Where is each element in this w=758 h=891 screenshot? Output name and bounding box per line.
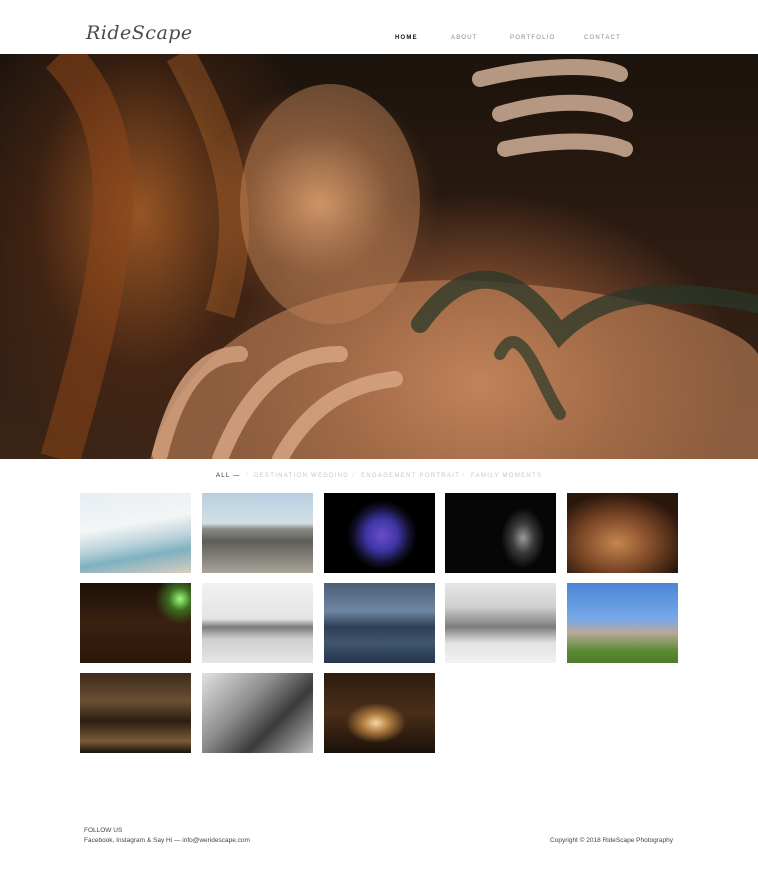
portfolio-filters: ALL — / DESTINATION WEDDING / ENGAGEMENT…	[0, 473, 758, 483]
gallery-item[interactable]	[202, 493, 313, 573]
gallery-item[interactable]	[445, 493, 556, 573]
filter-engagement-portrait[interactable]: ENGAGEMENT PORTRAIT	[361, 473, 460, 479]
nav-portfolio[interactable]: PORTFOLIO	[510, 35, 555, 41]
hero-image	[40, 54, 758, 459]
gallery-item[interactable]	[80, 583, 191, 663]
filter-separator: /	[352, 473, 354, 479]
nav-about[interactable]: ABOUT	[451, 35, 478, 41]
gallery-item[interactable]	[567, 493, 678, 573]
filter-family-moments[interactable]: FAMILY MOMENTS	[471, 473, 542, 479]
filter-separator: /	[246, 473, 248, 479]
main-nav: HOME ABOUT PORTFOLIO CONTACT	[0, 35, 758, 45]
gallery-item[interactable]	[202, 583, 313, 663]
filter-all[interactable]: ALL —	[216, 473, 241, 479]
gallery-item[interactable]	[202, 673, 313, 753]
footer-copyright: Copyright © 2018 RideScape Photography	[550, 837, 673, 844]
gallery-item[interactable]	[80, 673, 191, 753]
gallery-item[interactable]	[567, 583, 678, 663]
gallery-item[interactable]	[445, 583, 556, 663]
hero-slider[interactable]	[0, 54, 758, 459]
footer-follow: FOLLOW US Facebook, Instagram & Say Hi —…	[84, 826, 250, 846]
site-header: RideScape HOME ABOUT PORTFOLIO CONTACT	[0, 0, 758, 54]
slider-dots	[355, 450, 376, 459]
gallery-item[interactable]	[324, 493, 435, 573]
filter-separator: /	[462, 473, 464, 479]
gallery-item[interactable]	[80, 493, 191, 573]
gallery-item[interactable]	[324, 673, 435, 753]
follow-label: FOLLOW US	[84, 827, 123, 834]
nav-home[interactable]: HOME	[395, 35, 418, 41]
social-links[interactable]: Facebook, Instagram & Say Hi — info@weri…	[84, 836, 250, 846]
filter-destination-wedding[interactable]: DESTINATION WEDDING	[254, 473, 349, 479]
nav-contact[interactable]: CONTACT	[584, 35, 621, 41]
gallery-item[interactable]	[324, 583, 435, 663]
